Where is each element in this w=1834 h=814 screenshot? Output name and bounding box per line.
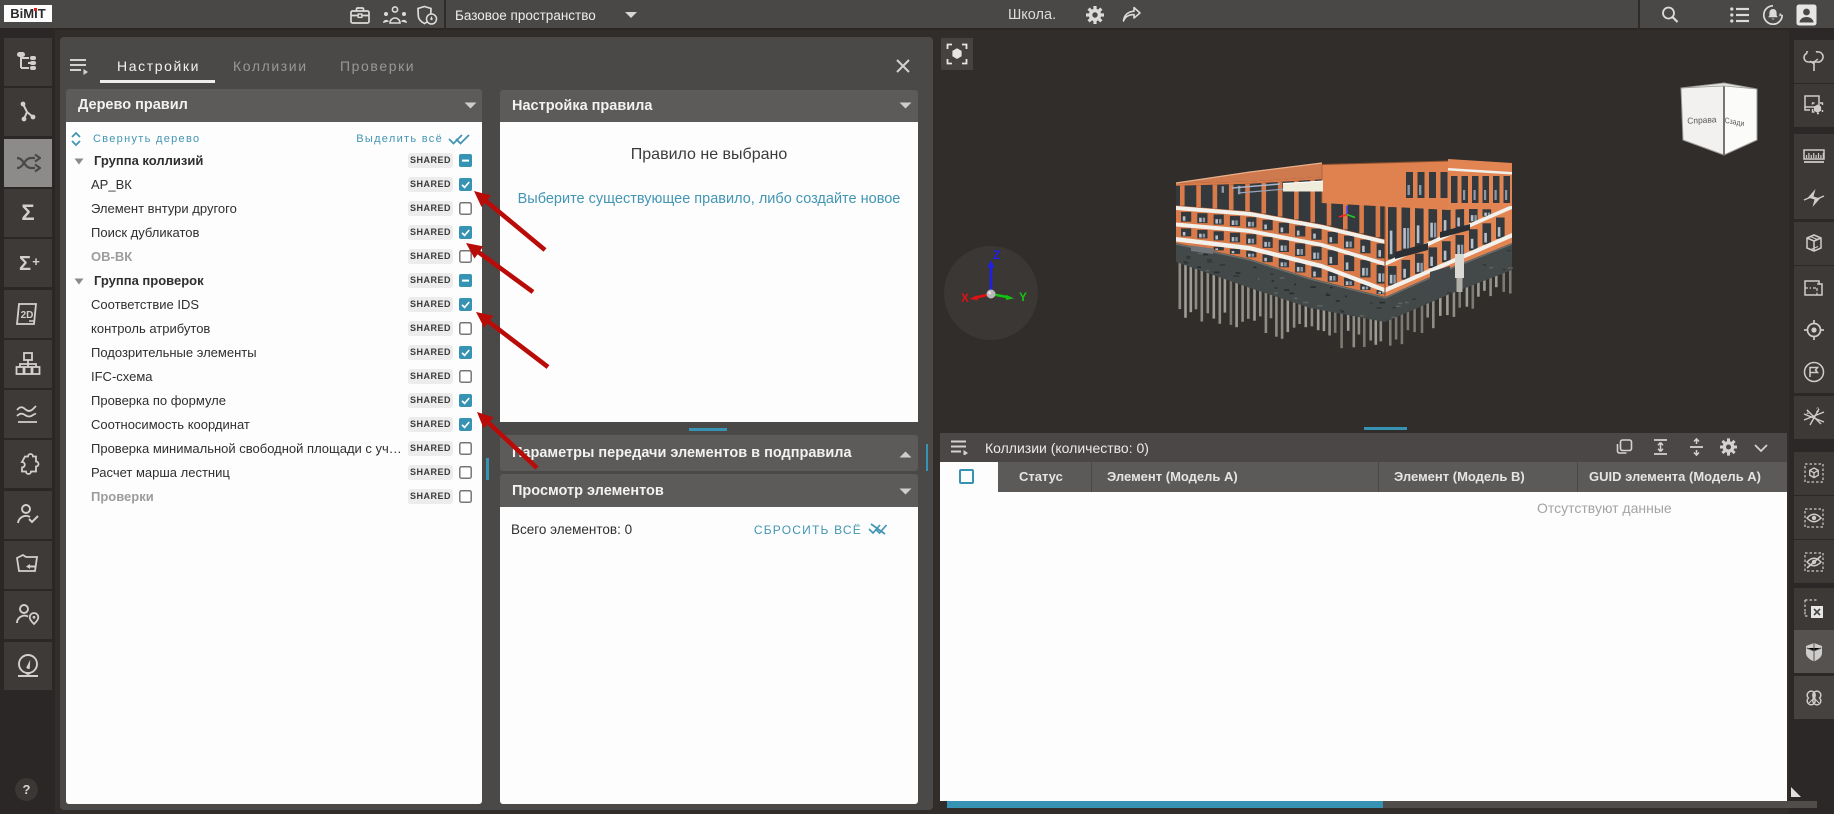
svg-text:Σ: Σ bbox=[21, 200, 34, 225]
svg-text:+: + bbox=[32, 254, 40, 269]
svg-text:X: X bbox=[961, 291, 969, 305]
svg-text:2D: 2D bbox=[20, 310, 33, 321]
svg-text:Y: Y bbox=[1019, 290, 1027, 304]
svg-text:Справа: Справа bbox=[1687, 114, 1717, 126]
svg-text:Z: Z bbox=[993, 248, 1000, 262]
svg-text:Σ: Σ bbox=[18, 253, 30, 275]
